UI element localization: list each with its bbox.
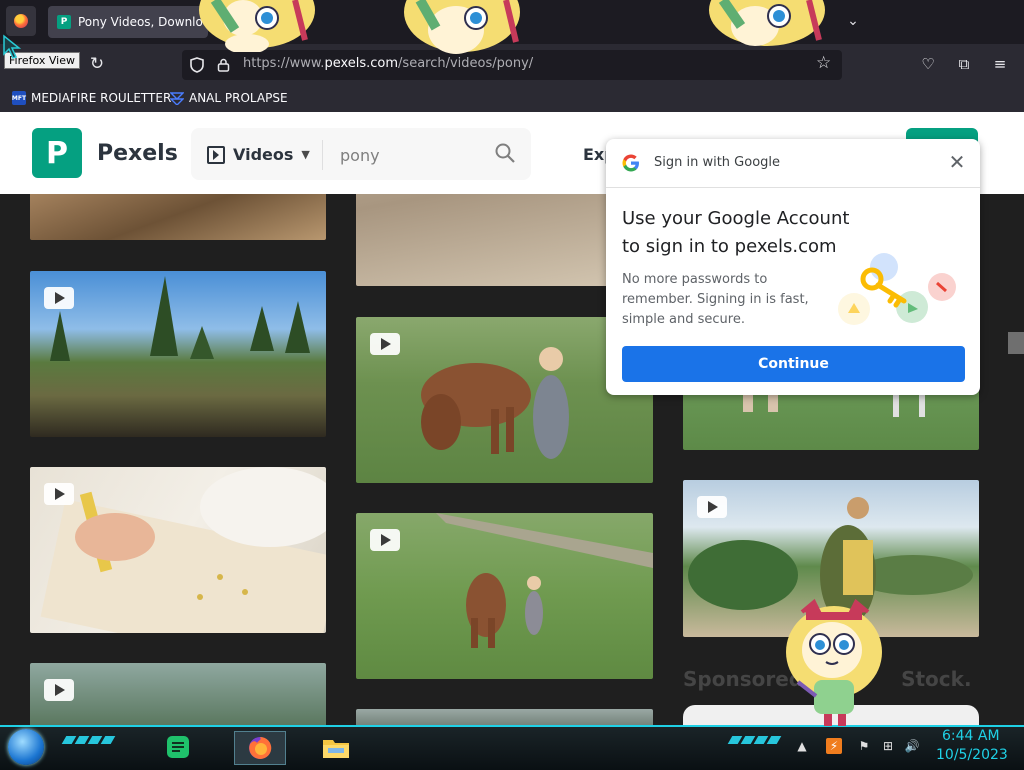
lock-icon[interactable] — [217, 58, 230, 72]
google-signin-popup: Sign in with Google ✕ Use your Google Ac… — [606, 139, 980, 395]
menu-hamburger-icon[interactable]: ≡ — [991, 55, 1009, 73]
show-hidden-icons-icon[interactable]: ▲ — [794, 738, 810, 754]
continue-button[interactable]: Continue — [622, 346, 965, 382]
video-thumbnail[interactable] — [356, 709, 653, 725]
character-sticker-icon — [404, 0, 520, 54]
clock-time[interactable]: 6:44 AM — [942, 728, 1000, 744]
close-icon[interactable]: ✕ — [946, 151, 968, 173]
firefox-icon — [14, 14, 28, 28]
play-icon — [44, 287, 74, 309]
reload-icon[interactable]: ↻ — [86, 53, 108, 75]
video-thumbnail[interactable] — [30, 467, 326, 633]
pexels-logo-text[interactable]: Pexels — [97, 141, 178, 166]
video-thumbnail[interactable] — [30, 271, 326, 437]
search-icon[interactable] — [494, 142, 516, 164]
clock-date[interactable]: 10/5/2023 — [936, 747, 1008, 763]
character-sticker-icon — [786, 598, 882, 726]
action-center-flag-icon[interactable]: ⚑ — [856, 738, 872, 754]
start-button[interactable] — [8, 729, 44, 765]
list-all-tabs-chevron-icon[interactable]: ⌄ — [840, 10, 866, 32]
character-sticker-icon — [199, 0, 315, 52]
bookmark-label: ANAL PROLAPSE — [189, 91, 288, 105]
firefox-icon — [249, 736, 272, 759]
popup-header-text: Sign in with Google — [654, 155, 781, 170]
chevron-down-icon: ▼ — [301, 148, 310, 161]
taskbar-app-firefox[interactable] — [234, 731, 286, 765]
mediafire-icon: MFT — [12, 91, 26, 105]
tracking-shield-icon[interactable] — [190, 57, 204, 73]
url-text[interactable]: https://www.pexels.com/search/videos/pon… — [243, 56, 533, 71]
play-icon — [370, 333, 400, 355]
pexels-logo[interactable]: P — [32, 128, 82, 178]
play-icon — [44, 483, 74, 505]
bookmark-label: MEDIAFIRE ROULETTER — [31, 91, 172, 105]
taskbar-decoration — [61, 736, 116, 748]
cursor-icon — [3, 34, 22, 59]
tray-app-icon[interactable]: ⚡ — [826, 738, 842, 754]
video-icon — [207, 145, 225, 164]
scrollbar-thumb[interactable] — [1008, 332, 1024, 354]
notes-app-icon — [167, 736, 189, 758]
bookmark-star-icon[interactable]: ☆ — [816, 53, 831, 73]
browser-tab[interactable]: P Pony Videos, Download — [48, 6, 208, 38]
network-icon[interactable]: ⊞ — [880, 738, 896, 754]
pocket-icon[interactable]: ♡ — [919, 55, 937, 73]
bookmark-second[interactable]: ANAL PROLAPSE — [170, 91, 288, 105]
play-icon — [44, 679, 74, 701]
extensions-icon[interactable]: ⧉ — [955, 55, 973, 73]
popup-body: No more passwords to remember. Signing i… — [622, 272, 809, 327]
key-illustration-icon — [838, 253, 956, 325]
volume-icon[interactable]: 🔊 — [904, 738, 920, 754]
taskbar-decoration — [727, 736, 782, 748]
search-divider — [322, 140, 323, 170]
taskbar-app-file-explorer[interactable] — [318, 731, 354, 763]
video-thumbnail[interactable] — [356, 513, 653, 679]
media-type-label: Videos — [233, 145, 294, 164]
play-icon — [697, 496, 727, 518]
taskbar-app-notes[interactable] — [160, 731, 196, 763]
pexels-favicon-icon: P — [57, 15, 71, 29]
media-type-select[interactable]: Videos ▼ — [207, 145, 310, 164]
play-icon — [370, 529, 400, 551]
bookmark-icon — [170, 92, 184, 105]
character-sticker-icon — [709, 0, 825, 46]
firefox-view-button[interactable] — [6, 6, 36, 36]
search-input[interactable] — [338, 142, 482, 168]
bookmark-mediafire-rouletter[interactable]: MFT MEDIAFIRE ROULETTER — [12, 91, 171, 105]
video-thumbnail[interactable] — [30, 663, 326, 725]
tab-title: Pony Videos, Download — [78, 15, 208, 29]
folder-icon — [323, 740, 349, 758]
google-logo-icon — [622, 154, 639, 172]
